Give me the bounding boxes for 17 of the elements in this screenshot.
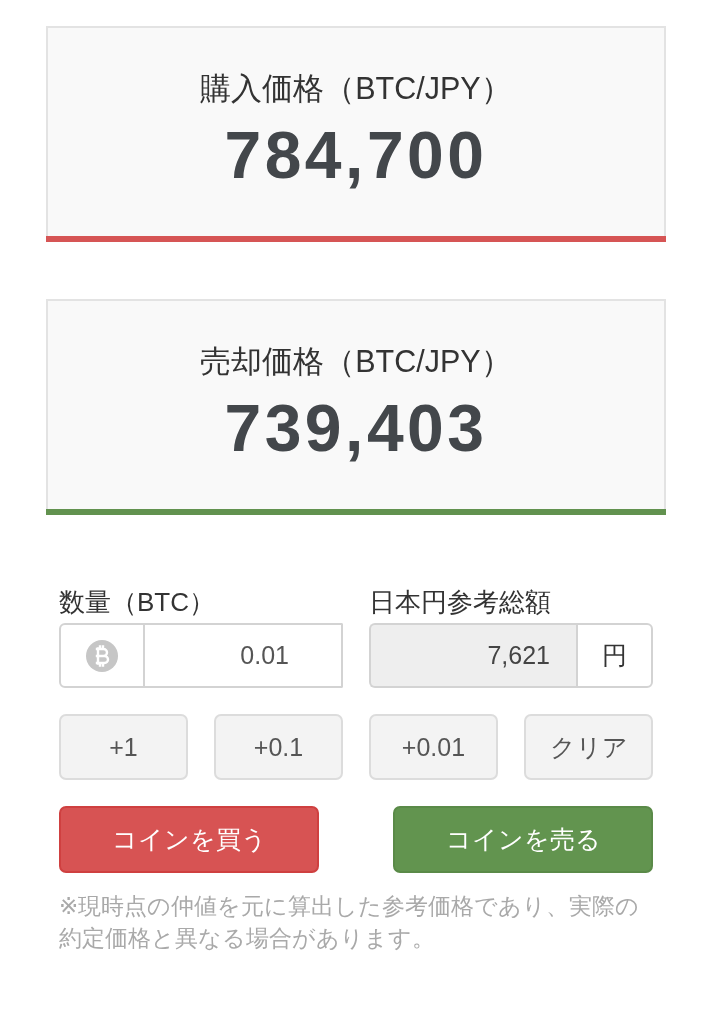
- quantity-field[interactable]: 0.01: [145, 623, 343, 688]
- increment-button[interactable]: +1: [59, 714, 188, 780]
- disclaimer-note: ※現時点の仲値を元に算出した参考価格であり、実際の約定価格と異なる場合があります。: [59, 892, 641, 953]
- total-field[interactable]: 7,621: [369, 623, 576, 688]
- bitcoin-icon: [86, 639, 118, 672]
- increment-button[interactable]: +0.1: [214, 714, 343, 780]
- price-label: 購入価格（BTC/JPY）: [200, 70, 512, 106]
- buy-button[interactable]: コインを買う: [59, 806, 319, 873]
- increment-button[interactable]: クリア: [524, 714, 653, 780]
- price-label: 売却価格（BTC/JPY）: [200, 343, 512, 379]
- quantity-label: 数量（BTC）: [59, 587, 216, 617]
- price-value: 739,403: [224, 392, 488, 464]
- total-label: 日本円参考総額: [369, 587, 552, 617]
- currency-unit: 円: [576, 623, 653, 688]
- increment-button[interactable]: +0.01: [369, 714, 498, 780]
- sell-button[interactable]: コインを売る: [393, 806, 653, 873]
- price-value: 784,700: [224, 119, 488, 191]
